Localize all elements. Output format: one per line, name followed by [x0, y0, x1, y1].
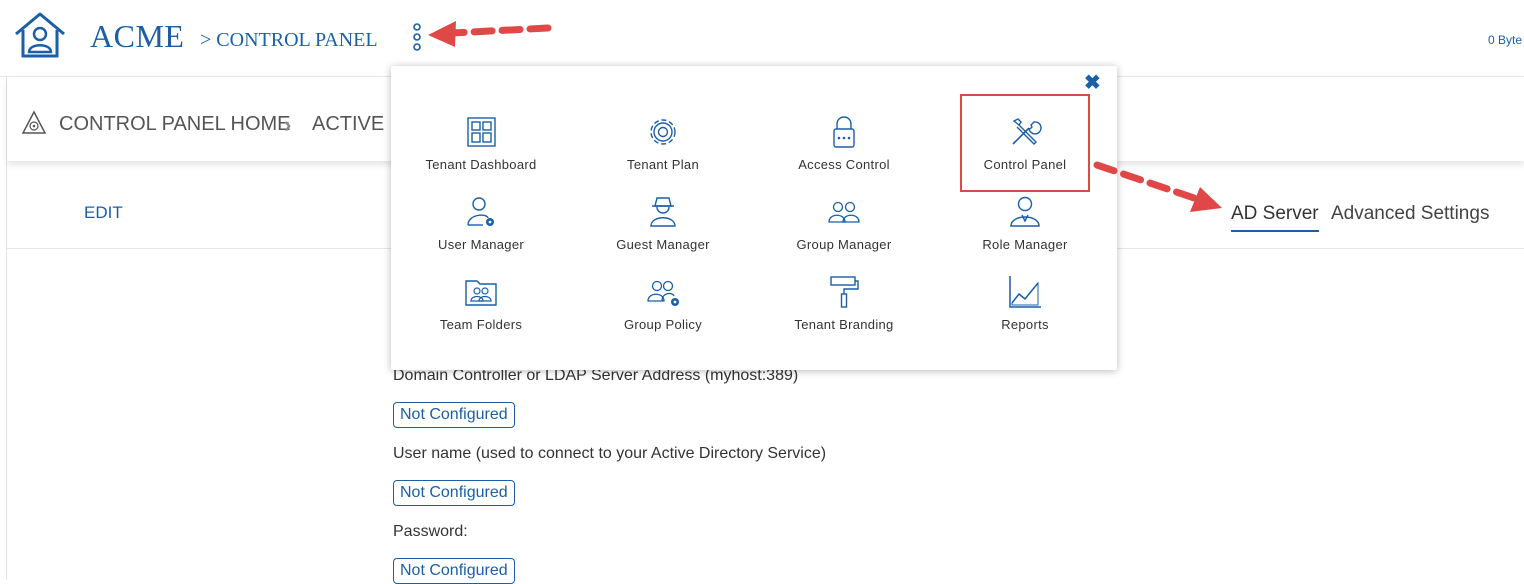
password-label: Password:	[393, 523, 468, 540]
group-icon	[828, 201, 860, 223]
password-field[interactable]: Not Configured	[393, 558, 515, 584]
group-gear-icon	[647, 280, 679, 306]
paint-roller-icon	[830, 276, 859, 308]
chart-icon	[1009, 276, 1041, 308]
menu-item-tenant-plan[interactable]: Tenant Plan	[573, 114, 753, 186]
tab-ad-server[interactable]: AD Server	[1231, 203, 1319, 232]
menu-item-role-manager[interactable]: Role Manager	[935, 194, 1115, 266]
user-gear-icon	[467, 197, 494, 226]
guest-hat-icon	[650, 197, 676, 227]
menu-item-label: Access Control	[798, 157, 890, 172]
menu-item-label: Tenant Plan	[627, 157, 699, 172]
home-icon[interactable]	[12, 10, 68, 60]
chevron-right-icon: ›	[284, 112, 292, 137]
team-folder-icon	[465, 280, 497, 306]
menu-item-label: Guest Manager	[616, 237, 710, 252]
menu-item-label: Team Folders	[439, 317, 523, 332]
username-field[interactable]: Not Configured	[393, 480, 515, 506]
menu-item-label: Tenant Dashboard	[425, 157, 537, 172]
close-icon[interactable]: ✖	[1084, 73, 1101, 93]
menu-item-tenant-dashboard[interactable]: Tenant Dashboard	[391, 114, 571, 186]
menu-item-label: Group Manager	[796, 237, 892, 252]
breadcrumb-home[interactable]: CONTROL PANEL HOME	[59, 113, 291, 136]
menu-item-label: User Manager	[438, 237, 524, 252]
menu-item-label: Tenant Branding	[794, 317, 894, 332]
menu-item-label: Reports	[1001, 317, 1049, 332]
menu-item-label: Group Policy	[623, 317, 703, 332]
menu-item-team-folders[interactable]: Team Folders	[391, 274, 571, 346]
lock-icon	[833, 116, 855, 148]
control-panel-icon	[21, 110, 47, 134]
username-label: User name (used to connect to your Activ…	[393, 445, 827, 462]
storage-usage: 0 Byte	[1487, 33, 1522, 47]
dashboard-grid-icon	[467, 117, 496, 147]
kebab-menu-icon[interactable]	[408, 22, 426, 52]
menu-item-label: Role Manager	[982, 237, 1068, 252]
gear-icon	[650, 119, 676, 145]
edit-button[interactable]: EDIT	[84, 203, 123, 223]
menu-item-group-manager[interactable]: Group Manager	[754, 194, 934, 266]
breadcrumb-control-panel[interactable]: > CONTROL PANEL	[200, 29, 378, 52]
tab-advanced-settings[interactable]: Advanced Settings	[1331, 203, 1489, 225]
brand-name[interactable]: ACME	[90, 18, 184, 55]
menu-item-group-policy[interactable]: Group Policy	[573, 274, 753, 346]
server-address-field[interactable]: Not Configured	[393, 402, 515, 428]
menu-item-user-manager[interactable]: User Manager	[391, 194, 571, 266]
menu-item-reports[interactable]: Reports	[935, 274, 1115, 346]
menu-item-tenant-branding[interactable]: Tenant Branding	[754, 274, 934, 346]
menu-item-guest-manager[interactable]: Guest Manager	[573, 194, 753, 266]
menu-item-access-control[interactable]: Access Control	[754, 114, 934, 186]
annotation-highlight-box	[960, 94, 1090, 192]
role-user-icon	[1010, 196, 1040, 227]
breadcrumb-active: ACTIVE DIRECTORY	[312, 113, 390, 135]
